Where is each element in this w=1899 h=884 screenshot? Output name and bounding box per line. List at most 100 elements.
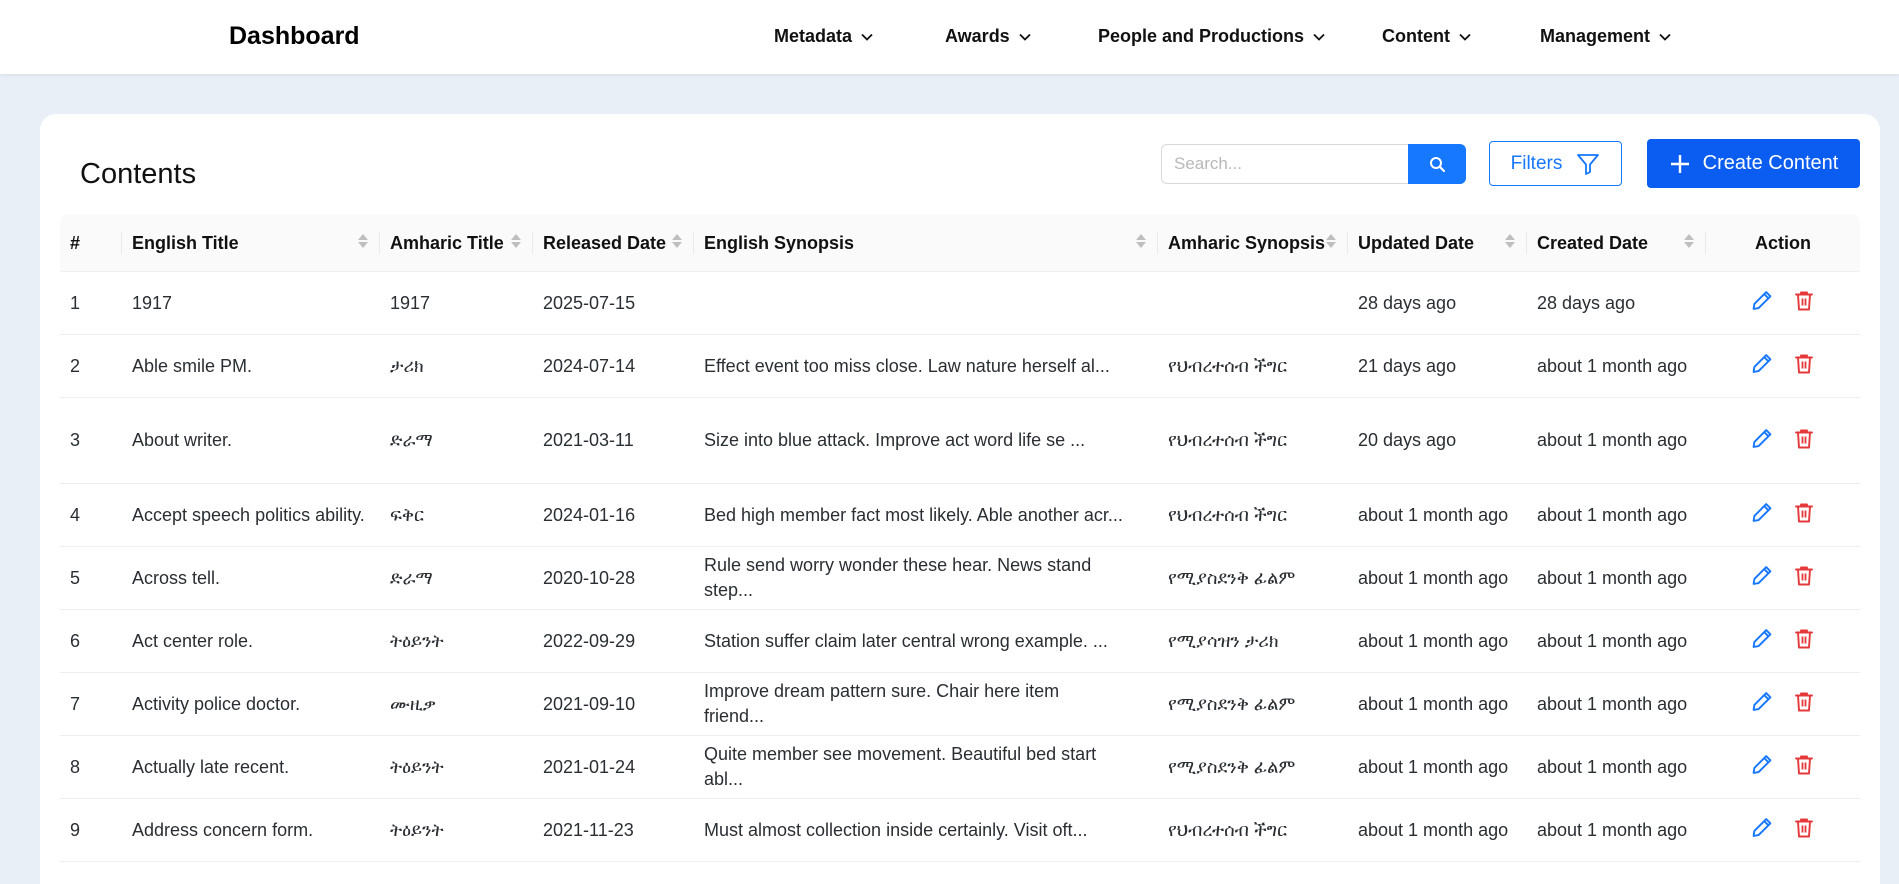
search-input[interactable] [1161,144,1408,184]
cell-english-title: Act center role. [132,630,254,651]
nav-menu-awards[interactable]: Awards [945,26,1032,47]
delete-button[interactable] [1793,628,1815,655]
pencil-icon [1752,354,1772,373]
column-header-english-synopsis[interactable]: English Synopsis [694,214,1158,272]
column-header-label: English Synopsis [704,232,855,253]
column-header-label: Amharic Synopsis [1168,232,1326,253]
cell-number: 9 [70,819,81,840]
nav-menu-people-and-productions[interactable]: People and Productions [1098,26,1326,47]
cell-updated-date: about 1 month ago [1358,693,1509,714]
cell-updated-date: 20 days ago [1358,430,1457,450]
cell-english-synopsis: Size into blue attack. Improve act word … [704,430,1086,450]
column-header-label: Updated Date [1358,232,1475,253]
edit-button[interactable] [1751,817,1773,844]
column-header-amharic-synopsis[interactable]: Amharic Synopsis [1158,214,1348,272]
sort-icon[interactable] [511,234,521,248]
cell-created-date: about 1 month ago [1537,756,1688,777]
search-button[interactable] [1408,144,1466,184]
nav-menu-label: Content [1382,26,1450,46]
column-header-label: Amharic Title [390,232,504,253]
create-content-label: Create Content [1702,152,1839,174]
delete-button[interactable] [1793,290,1815,317]
cell-english-synopsis: Station suffer claim later central wrong… [704,630,1108,651]
nav-menu-label: Metadata [774,26,853,46]
cell-amharic-title: ታሪክ [390,355,424,376]
brand-title[interactable]: Dashboard [229,22,360,51]
delete-button[interactable] [1793,754,1815,781]
edit-button[interactable] [1751,427,1773,454]
column-header-created-date[interactable]: Created Date [1527,214,1706,272]
cell-number: 6 [70,630,81,651]
cell-english-synopsis: Quite member see movement. Beautiful bed… [704,744,1097,789]
cell-released-date: 2025-07-15 [543,292,636,313]
cell-updated-date: 21 days ago [1358,355,1457,376]
table-row: 3 About writer. ድራማ 2021-03-11 Size into… [60,398,1860,484]
column-header-number: # [60,214,122,272]
nav-menu-label: Awards [945,26,1010,46]
edit-button[interactable] [1751,691,1773,718]
table-row: 5 Across tell. ድራማ 2020-10-28 Rule send … [60,547,1860,610]
cell-number: 8 [70,756,81,777]
cell-number: 5 [70,567,81,588]
contents-table: # English Title Amharic Title Released D… [60,214,1860,862]
sort-icon[interactable] [1326,234,1336,248]
nav-menu-label: Management [1540,26,1651,46]
column-header-updated-date[interactable]: Updated Date [1348,214,1527,272]
cell-updated-date: about 1 month ago [1358,756,1509,777]
nav-menu-metadata[interactable]: Metadata [774,26,874,47]
cell-amharic-title: 1917 [390,292,431,313]
cell-english-title: 1917 [132,292,173,313]
cell-released-date: 2021-09-10 [543,693,636,714]
create-content-button[interactable]: Create Content [1647,139,1860,188]
column-header-label: Created Date [1537,232,1649,253]
cell-english-synopsis [704,272,1124,334]
trash-icon [1795,692,1813,712]
column-header-action: Action [1706,214,1860,272]
cell-english-synopsis: Must almost collection inside certainly.… [704,819,1088,840]
sort-icon[interactable] [1684,234,1694,248]
cell-number: 4 [70,504,81,525]
table-row: 4 Accept speech politics ability. ፍቅር 20… [60,484,1860,547]
cell-english-synopsis: Bed high member fact most likely. Able a… [704,504,1123,525]
pencil-icon [1752,629,1772,648]
delete-button[interactable] [1793,502,1815,529]
sort-icon[interactable] [358,234,368,248]
pencil-icon [1752,428,1772,448]
edit-button[interactable] [1751,565,1773,592]
edit-button[interactable] [1751,353,1773,380]
delete-button[interactable] [1793,353,1815,380]
cell-english-synopsis: Improve dream pattern sure. Chair here i… [704,681,1060,726]
trash-icon [1795,503,1813,523]
sort-icon[interactable] [1136,234,1146,248]
cell-amharic-synopsis: የህብረተሰብ ችግር [1168,430,1288,450]
nav-menu-management[interactable]: Management [1540,26,1672,47]
delete-button[interactable] [1793,817,1815,844]
cell-amharic-synopsis: የሚያስደንቅ ፊልም [1168,567,1296,588]
column-header-amharic-title[interactable]: Amharic Title [380,214,533,272]
sort-icon[interactable] [1505,234,1515,248]
column-header-label: Action [1755,232,1811,253]
edit-button[interactable] [1751,502,1773,529]
cell-number: 3 [70,430,81,450]
cell-amharic-title: ፍቅር [390,504,424,525]
delete-button[interactable] [1793,565,1815,592]
delete-button[interactable] [1793,691,1815,718]
chevron-down-icon [1459,33,1471,41]
delete-button[interactable] [1793,427,1815,454]
pencil-icon [1752,818,1772,837]
cell-updated-date: about 1 month ago [1358,567,1509,588]
cell-amharic-title: ትዕይንት [390,756,444,777]
cell-english-title: Address concern form. [132,819,314,840]
column-header-released-date[interactable]: Released Date [533,214,694,272]
cell-updated-date: about 1 month ago [1358,630,1509,651]
edit-button[interactable] [1751,754,1773,781]
filters-button[interactable]: Filters [1489,141,1622,186]
cell-amharic-synopsis: የሚያስደንቅ ፊልም [1168,693,1296,714]
nav-menu-content[interactable]: Content [1382,26,1472,47]
cell-english-synopsis: Rule send worry wonder these hear. News … [704,555,1092,600]
sort-icon[interactable] [672,234,682,248]
column-header-english-title[interactable]: English Title [122,214,380,272]
chevron-down-icon [861,33,873,41]
edit-button[interactable] [1751,628,1773,655]
edit-button[interactable] [1751,290,1773,317]
